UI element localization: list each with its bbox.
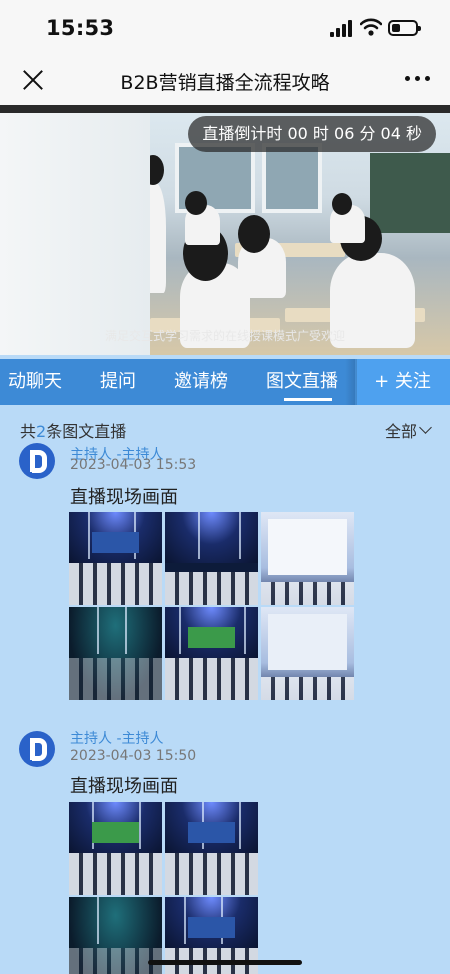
battery-icon <box>388 20 421 36</box>
post-image[interactable] <box>165 607 258 700</box>
wifi-icon <box>360 18 382 36</box>
post-image[interactable] <box>261 607 354 700</box>
post-text: 直播现场画面 <box>70 487 178 508</box>
post-author: 主持人 -主持人 <box>70 731 164 747</box>
tab-chat[interactable]: 动聊天 <box>8 359 62 405</box>
cellular-signal-icon <box>330 20 352 37</box>
page-title: B2B营销直播全流程攻略 <box>120 72 330 94</box>
post-image[interactable] <box>165 802 258 895</box>
post-time: 2023-04-03 15:50 <box>70 748 197 764</box>
nav-bar: B2B营销直播全流程攻略 <box>0 58 450 105</box>
status-time: 15:53 <box>46 16 115 40</box>
polyv-logo-icon <box>30 450 47 473</box>
follow-button[interactable]: + 关注 <box>355 359 450 405</box>
filter-dropdown[interactable]: 全部 <box>385 418 417 442</box>
post-text: 直播现场画面 <box>70 776 178 797</box>
avatar <box>19 443 55 479</box>
tab-questions[interactable]: 提问 <box>100 359 136 405</box>
live-countdown: 直播倒计时 00 时 06 分 04 秒 <box>188 116 436 152</box>
post-image[interactable] <box>69 512 162 605</box>
status-bar: 15:53 <box>0 0 450 58</box>
polyv-logo-icon <box>30 738 47 761</box>
post-image[interactable] <box>165 512 258 605</box>
video-player[interactable]: 直播倒计时 00 时 06 分 04 秒 满足交互式学习需求的在线授课模式广受欢… <box>0 105 450 355</box>
more-icon[interactable] <box>405 76 431 84</box>
post-image[interactable] <box>69 802 162 895</box>
chevron-down-icon[interactable] <box>419 421 432 434</box>
post-image[interactable] <box>261 512 354 605</box>
avatar <box>19 731 55 767</box>
tab-invite-rank[interactable]: 邀请榜 <box>174 359 228 405</box>
post-image[interactable] <box>69 607 162 700</box>
post-count: 共2条图文直播 <box>20 422 127 441</box>
tab-graphic-live[interactable]: 图文直播 <box>266 359 350 405</box>
tab-bar: 动聊天 提问 邀请榜 图文直播 + 关注 <box>0 359 450 405</box>
home-indicator[interactable] <box>148 960 302 965</box>
post-time: 2023-04-03 15:53 <box>70 457 197 473</box>
video-subtitle: 满足交互式学习需求的在线授课模式广受欢迎 <box>104 329 345 343</box>
filter-row: 共2条图文直播 全部 <box>0 405 450 449</box>
